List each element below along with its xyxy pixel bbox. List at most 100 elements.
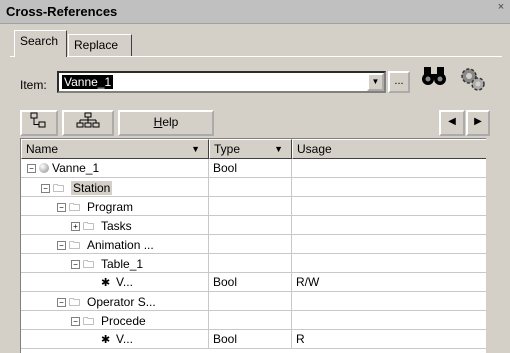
- browse-button[interactable]: ...: [388, 71, 410, 93]
- window-title: Cross-References: [6, 4, 118, 19]
- collapse-icon[interactable]: −: [57, 298, 66, 307]
- tree-view-icon: [30, 112, 46, 128]
- column-header-usage-label: Usage: [297, 142, 332, 156]
- name-cell: − Vanne_1: [21, 159, 209, 178]
- variable-icon: [39, 163, 49, 173]
- dropdown-arrow-icon[interactable]: ▼: [367, 73, 384, 91]
- usage-cell: [292, 311, 486, 330]
- variable-leaf-icon: ✱: [101, 277, 111, 289]
- name-cell: − 🗀 Animation ...: [21, 235, 209, 254]
- collapse-icon[interactable]: −: [27, 164, 36, 173]
- hierarchy-view-button[interactable]: [62, 110, 114, 136]
- tree-view-button[interactable]: [20, 110, 58, 136]
- sort-arrow-icon: ▼: [191, 144, 200, 154]
- column-header-name[interactable]: Name ▼: [21, 139, 209, 159]
- collapse-icon[interactable]: −: [41, 184, 50, 193]
- usage-cell: [292, 216, 486, 235]
- name-cell: − 🗀 Station: [21, 178, 209, 197]
- column-header-type-label: Type: [214, 142, 241, 156]
- row-name: V...: [116, 332, 133, 346]
- expand-icon[interactable]: +: [71, 222, 80, 231]
- title-bar: Cross-References ×: [0, 0, 510, 24]
- type-cell: [209, 292, 292, 311]
- sort-arrow-icon: ▼: [274, 144, 283, 154]
- type-cell: [209, 178, 292, 197]
- column-header-type[interactable]: Type ▼: [209, 139, 292, 159]
- row-name: Animation ...: [87, 238, 154, 252]
- type-cell: Bool: [209, 159, 292, 178]
- table-row[interactable]: − 🗀 Animation ...: [21, 235, 486, 254]
- usage-cell: R: [296, 332, 305, 346]
- table-row[interactable]: − Vanne_1 Bool: [21, 159, 486, 178]
- folder-icon: 🗀: [53, 183, 64, 195]
- row-name: Table_1: [101, 257, 144, 271]
- close-icon[interactable]: ×: [494, 1, 508, 15]
- scroll-right-button[interactable]: ▶: [466, 110, 490, 136]
- item-label: Item:: [20, 78, 47, 92]
- usage-cell: [292, 178, 486, 197]
- name-cell: + 🗀 Tasks: [21, 216, 209, 235]
- column-header-usage[interactable]: Usage: [292, 139, 486, 159]
- cross-references-window: Cross-References × Search Replace Item: …: [0, 0, 510, 353]
- gear-icon: [461, 68, 485, 91]
- type-cell: [209, 311, 292, 330]
- folder-icon: 🗀: [83, 316, 94, 328]
- settings-button[interactable]: [455, 66, 491, 96]
- collapse-icon[interactable]: −: [71, 317, 80, 326]
- type-cell: Bool: [209, 330, 292, 349]
- table-row[interactable]: − 🗀 Table_1: [21, 254, 486, 273]
- scroll-left-button[interactable]: ◀: [439, 110, 465, 136]
- table-row[interactable]: − 🗀 Procede: [21, 311, 486, 330]
- variable-leaf-icon: ✱: [101, 334, 111, 346]
- usage-cell: R/W: [296, 275, 320, 289]
- table-row[interactable]: − 🗀 Program: [21, 197, 486, 216]
- type-cell: [209, 197, 292, 216]
- folder-icon: 🗀: [83, 259, 94, 271]
- binoculars-icon: [422, 67, 446, 85]
- usage-cell: [292, 254, 486, 273]
- table-row[interactable]: ✱ V... Bool R: [21, 330, 486, 349]
- name-cell: − 🗀 Table_1: [21, 254, 209, 273]
- hierarchy-icon: [76, 112, 100, 128]
- collapse-icon[interactable]: −: [57, 203, 66, 212]
- table-row[interactable]: − 🗀 Station: [21, 178, 486, 197]
- type-cell: [209, 254, 292, 273]
- help-button[interactable]: Help: [118, 110, 214, 136]
- type-cell: [209, 235, 292, 254]
- table-row[interactable]: ✱ V... Bool R/W: [21, 273, 486, 292]
- item-input[interactable]: Vanne_1: [62, 75, 114, 89]
- column-header-name-label: Name: [26, 142, 59, 156]
- folder-icon: 🗀: [69, 202, 80, 214]
- grid-header: Name ▼ Type ▼ Usage: [21, 139, 486, 159]
- name-cell: ✱ V...: [21, 330, 209, 349]
- find-button[interactable]: [416, 66, 452, 96]
- name-cell: − 🗀 Procede: [21, 311, 209, 330]
- collapse-icon[interactable]: −: [71, 260, 80, 269]
- usage-cell: [292, 159, 486, 178]
- usage-cell: [292, 235, 486, 254]
- row-name: Program: [87, 200, 134, 214]
- folder-icon: 🗀: [83, 221, 94, 233]
- folder-icon: 🗀: [69, 240, 80, 252]
- row-name: Station: [71, 181, 113, 195]
- help-label: elp: [162, 115, 179, 129]
- name-cell: − 🗀 Program: [21, 197, 209, 216]
- collapse-icon[interactable]: −: [57, 241, 66, 250]
- type-cell: Bool: [209, 273, 292, 292]
- tab-replace[interactable]: Replace: [68, 34, 132, 56]
- row-name: V...: [116, 275, 133, 289]
- name-cell: ✱ V...: [21, 273, 209, 292]
- row-name: Tasks: [101, 219, 132, 233]
- tab-search[interactable]: Search: [14, 30, 67, 57]
- cross-reference-grid: Name ▼ Type ▼ Usage − Vanne_1 Bool − 🗀 Stat…: [20, 138, 486, 353]
- type-cell: [209, 216, 292, 235]
- row-name: Vanne_1: [52, 161, 100, 175]
- row-name: Procede: [101, 314, 146, 328]
- table-row[interactable]: − 🗀 Operator S...: [21, 292, 486, 311]
- item-combobox[interactable]: Vanne_1 ▼: [57, 71, 386, 93]
- usage-cell: [292, 197, 486, 216]
- table-row[interactable]: + 🗀 Tasks: [21, 216, 486, 235]
- usage-cell: [292, 292, 486, 311]
- row-name: Operator S...: [87, 295, 156, 309]
- name-cell: − 🗀 Operator S...: [21, 292, 209, 311]
